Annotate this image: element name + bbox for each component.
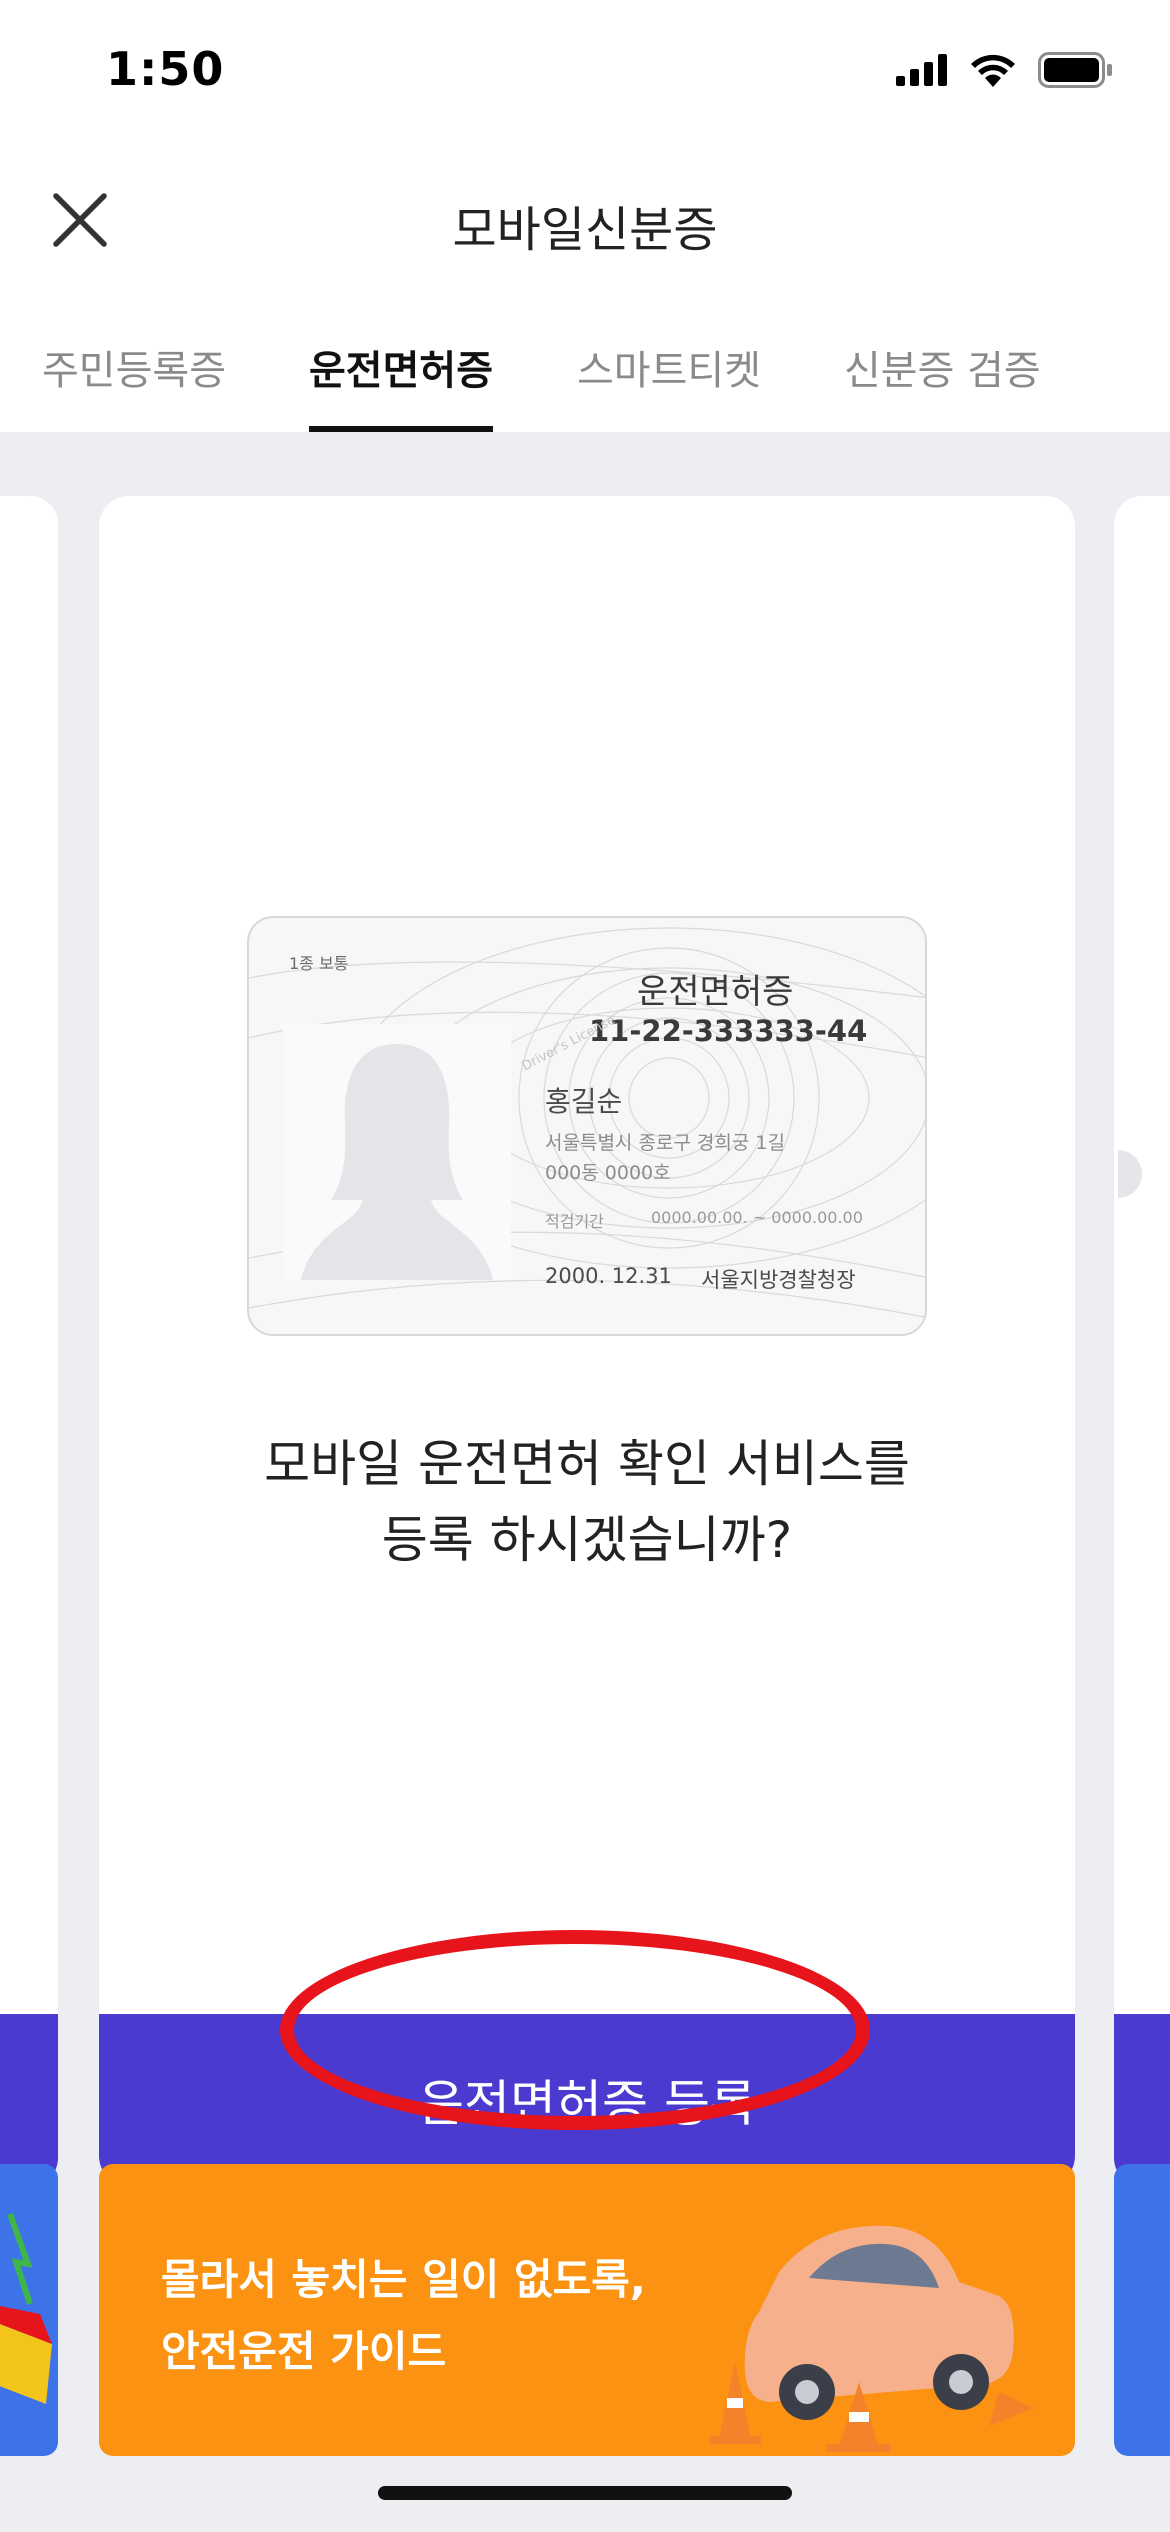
tab-label: 스마트티켓: [577, 348, 761, 394]
drivers-license-card: 1종 보통 운전면허증 11-22-333333-44 홍길순 서울특별시 종로…: [99, 496, 1075, 2186]
home-indicator[interactable]: [378, 2486, 792, 2500]
register-button-label: 운전면허증 등록: [418, 2075, 756, 2133]
cellular-signal-icon: [896, 54, 947, 86]
license-title: 운전면허증: [637, 972, 794, 1012]
license-address-line2: 000동 0000호: [545, 1162, 671, 1184]
next-card-band: [1114, 2014, 1170, 2186]
status-icons: [896, 52, 1114, 88]
tab-id-verification[interactable]: 신분증 검증: [844, 338, 1041, 432]
license-holder-name: 홍길순: [545, 1085, 623, 1118]
license-validity-value: 0000.00.00. ~ 0000.00.00: [651, 1208, 863, 1227]
previous-card[interactable]: [0, 496, 58, 2186]
previous-card-band: [0, 2014, 58, 2186]
tab-smart-ticket[interactable]: 스마트티켓: [577, 338, 761, 432]
register-prompt: 모바일 운전면허 확인 서비스를 등록 하시겠습니까?: [99, 1426, 1075, 1578]
tab-label: 신분증 검증: [844, 348, 1041, 394]
app-header: 모바일신분증: [0, 160, 1170, 280]
status-time: 1:50: [106, 42, 225, 96]
tab-label: 운전면허증: [309, 348, 493, 394]
safe-driving-guide-banner[interactable]: 몰라서 놓치는 일이 없도록, 안전운전 가이드: [99, 2164, 1075, 2456]
person-silhouette-icon: [301, 1044, 493, 1280]
battery-icon: [1038, 52, 1112, 88]
license-issue-date: 2000. 12.31: [545, 1264, 672, 1288]
tab-label: 주민등록증: [42, 348, 226, 394]
register-prompt-line2: 등록 하시겠습니까?: [381, 1511, 793, 1569]
license-photo: [283, 1024, 511, 1280]
license-issuer: 서울지방경찰청장: [701, 1268, 856, 1292]
previous-banner[interactable]: [0, 2164, 58, 2456]
next-banner[interactable]: [1114, 2164, 1170, 2456]
car-with-cones-icon: [709, 2225, 1033, 2452]
license-address-line1: 서울특별시 종로구 경희궁 1길: [545, 1132, 785, 1154]
license-validity-label: 적검기간: [545, 1212, 604, 1231]
register-drivers-license-button[interactable]: 운전면허증 등록: [99, 2014, 1075, 2186]
banner-line2: 안전운전 가이드: [161, 2327, 447, 2376]
license-sample-image: 1종 보통 운전면허증 11-22-333333-44 홍길순 서울특별시 종로…: [247, 916, 927, 1336]
next-card[interactable]: [1114, 496, 1170, 2186]
tab-bar: 주민등록증 운전면허증 스마트티켓 신분증 검증: [0, 320, 1170, 432]
card-carousel-area: 1종 보통 운전면허증 11-22-333333-44 홍길순 서울특별시 종로…: [0, 432, 1170, 2532]
promo-illustration-icon: [0, 2212, 52, 2404]
register-prompt-line1: 모바일 운전면허 확인 서비스를: [264, 1435, 910, 1493]
license-class: 1종 보통: [289, 954, 349, 973]
banner-text: 몰라서 놓치는 일이 없도록, 안전운전 가이드: [161, 2244, 646, 2388]
status-bar: 1:50: [0, 0, 1170, 150]
wifi-icon: [971, 54, 1015, 87]
banner-line1: 몰라서 놓치는 일이 없도록,: [161, 2255, 646, 2304]
tab-drivers-license[interactable]: 운전면허증: [309, 338, 493, 432]
page-title: 모바일신분증: [452, 202, 718, 258]
license-number: 11-22-333333-44: [589, 1014, 868, 1048]
tab-resident-card[interactable]: 주민등록증: [42, 338, 226, 432]
